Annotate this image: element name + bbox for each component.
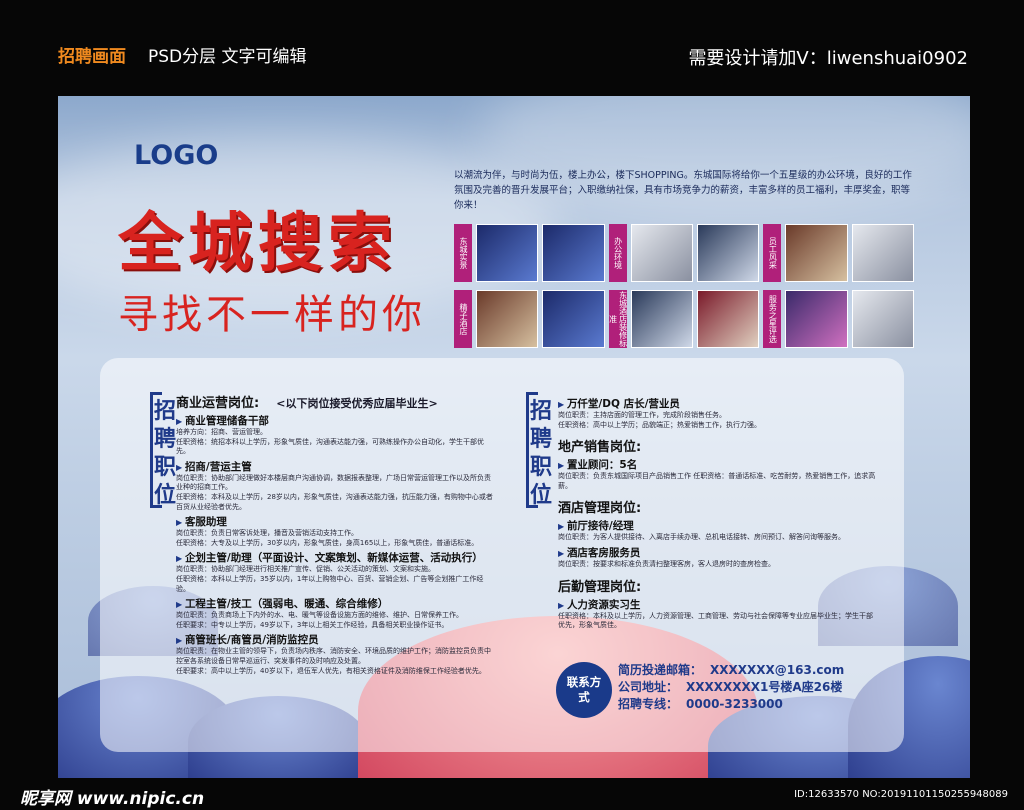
email-value: XXXXXXX@163.com <box>710 663 845 677</box>
email-label: 简历投递邮箱： <box>618 663 703 677</box>
job-block: 商管班长/商管员/消防监控员 岗位职责：在物业主管的领导下，负责场内秩序、消防安… <box>176 632 496 676</box>
job-line: 岗位职责：负责东城国际项目产品销售工作 任职资格：普通话标准、吃苦耐劳，热爱销售… <box>558 472 876 490</box>
section-title: 后勤管理岗位: <box>558 579 642 595</box>
contact-badge: 联系方式 <box>556 662 612 718</box>
job-title: 工程主管/技工（强弱电、暖通、综合维修） <box>176 596 496 611</box>
photo-tag: 员工风采 <box>763 224 782 282</box>
job-line: 任职要求：中专以上学历，49岁以下，3年以上相关工作经验，具备相关职业操作证书。 <box>176 620 449 629</box>
job-title: 人力资源实习生 <box>558 597 878 612</box>
address-value: XXXXXXXX1号楼A座26楼 <box>686 680 843 694</box>
job-title: 置业顾问：5名 <box>558 457 878 472</box>
headline: 全城搜索 <box>118 207 398 281</box>
photo <box>476 224 539 282</box>
job-title: 企划主管/助理（平面设计、文案策划、新媒体运营、活动执行） <box>176 550 496 565</box>
photo <box>630 224 693 282</box>
image-id: ID:12633570 NO:20191101150255948089 <box>794 789 1008 800</box>
left-column: 商业运营岗位: <以下岗位接受优秀应届毕业生> 商业管理储备干部 培养方向：招商… <box>176 392 496 676</box>
job-block: 商业管理储备干部 培养方向：招商、营运管理。 任职资格：统招本科以上学历，形象气… <box>176 413 496 457</box>
section-title: 商业运营岗位: <box>176 396 260 411</box>
job-block: 企划主管/助理（平面设计、文案策划、新媒体运营、活动执行） 岗位职责：协助部门经… <box>176 550 496 594</box>
photo-tag: 精子酒店 <box>454 290 472 348</box>
photo-tag: 服务之星评选 <box>763 290 782 348</box>
photo <box>630 290 693 348</box>
job-block: 客服助理 岗位职责：负责日常客诉处理，播音及营销活动支持工作。 任职资格：大专及… <box>176 514 496 548</box>
photo <box>851 290 914 348</box>
recruit-banner-label: 招聘画面 <box>58 47 126 67</box>
site-watermark: 昵享网 www.nipic.cn <box>20 789 205 809</box>
top-bar: 招聘画面 PSD分层 文字可编辑 需要设计请加V：liwenshuai0902 <box>0 0 1024 96</box>
job-line: 岗位职责：为客人提供接待、入离店手续办理、总机电话接转、房间预订、解答问询等服务… <box>558 533 845 542</box>
job-line: 任职要求：高中以上学历，40岁以下，退伍军人优先，有相关资格证件及消防维保工作经… <box>176 666 486 675</box>
recruit-vertical-label: 招聘职位 <box>529 399 552 508</box>
job-line: 岗位职责：主持店面的管理工作，完成阶段销售任务。 <box>558 411 726 419</box>
address-label: 公司地址： <box>618 680 679 694</box>
job-title: 酒店客房服务员 <box>558 545 878 560</box>
job-line: 任职资格：本科及以上学历，人力资源管理、工商管理、劳动与社会保障等专业应届毕业生… <box>558 611 873 630</box>
psd-layers-label: PSD分层 文字可编辑 <box>148 47 307 67</box>
photo-tag: 东城酒店装修标准 <box>608 290 628 348</box>
photo <box>542 224 605 282</box>
job-title: 商业管理储备干部 <box>176 413 496 428</box>
photo <box>851 224 914 282</box>
job-block: 万仟堂/DQ 店长/营业员 岗位职责：主持店面的管理工作，完成阶段销售任务。 任… <box>558 396 878 430</box>
company-intro: 以潮流为伴，与时尚为伍，楼上办公，楼下SHOPPING。东城国际将给你一个五星级… <box>454 170 912 211</box>
subheadline: 寻找不一样的你 <box>118 292 426 338</box>
job-title: 招商/营运主管 <box>176 459 496 474</box>
photo <box>696 290 760 348</box>
hotline-value: 0000-3233000 <box>686 697 783 711</box>
job-line: 任职资格：大专及以上学历，30岁以内，形象气质佳，身高165以上，形象气质佳，普… <box>176 538 479 547</box>
photo <box>696 224 760 282</box>
contact-badge-label: 联系方式 <box>566 675 602 704</box>
job-line: 任职资格：本科以上学历，35岁以内，1年以上购物中心、百货、营销企划、广告等企划… <box>176 574 484 593</box>
job-line: 岗位职责：按要求和标准负责清扫整理客房，客人退房时的查房检查。 <box>558 559 775 568</box>
job-block: 置业顾问：5名 岗位职责：负责东城国际项目产品销售工作 任职资格：普通话标准、吃… <box>558 457 878 491</box>
right-column: 万仟堂/DQ 店长/营业员 岗位职责：主持店面的管理工作，完成阶段销售任务。 任… <box>558 394 878 631</box>
job-line: 岗位职责：在物业主管的领导下，负责场内秩序、消防安全、环境品质的维护工作；消防监… <box>176 647 491 665</box>
photo-gallery: 东城实景 办公环境 员工风采 精子酒店 东城酒店装修标准 服务之星评选 <box>454 224 914 350</box>
job-line: 岗位职责：负责商场上下内外的水、电、暖气等设备设施方面的维修、维护、日常保养工作… <box>176 611 463 620</box>
job-block: 酒店客房服务员 岗位职责：按要求和标准负责清扫整理客房，客人退房时的查房检查。 <box>558 545 878 570</box>
job-block: 工程主管/技工（强弱电、暖通、综合维修） 岗位职责：负责商场上下内外的水、电、暖… <box>176 596 496 630</box>
recruitment-poster: LOGO 全城搜索 寻找不一样的你 以潮流为伴，与时尚为伍，楼上办公，楼下SHO… <box>58 96 970 788</box>
photo <box>542 290 605 348</box>
section-title: 地产销售岗位: <box>558 440 642 456</box>
job-line: 任职资格：高中以上学历；品貌端正；热爱销售工作，执行力强。 <box>558 420 761 429</box>
job-title: 客服助理 <box>176 514 496 529</box>
designer-contact: 需要设计请加V：liwenshuai0902 <box>688 48 968 69</box>
job-title: 前厅接待/经理 <box>558 518 878 533</box>
job-line: 任职资格：统招本科以上学历，形象气质佳，沟通表达能力强，可熟练操作办公自动化，学… <box>176 437 484 456</box>
photo-tag: 办公环境 <box>608 224 627 282</box>
job-line: 培养方向：招商、营运管理。 <box>176 428 267 436</box>
hotline-label: 招聘专线： <box>618 697 679 711</box>
job-block: 招商/营运主管 岗位职责：协助部门经理做好本楼层商户沟通协调，数据报表整理，广场… <box>176 459 496 512</box>
job-title: 万仟堂/DQ 店长/营业员 <box>558 396 878 411</box>
job-line: 岗位职责：协助部门经理进行相关推广宣传、促销、公关活动的策划、文案和实施。 <box>176 565 435 574</box>
job-line: 任职资格：本科及以上学历，28岁以内，形象气质佳，沟通表达能力强，抗压能力强，有… <box>176 492 493 511</box>
job-line: 岗位职责：协助部门经理做好本楼层商户沟通协调，数据报表整理，广场日常营运管理工作… <box>176 473 491 492</box>
job-line: 岗位职责：负责日常客诉处理，播音及营销活动支持工作。 <box>176 529 358 538</box>
photo-tag: 东城实景 <box>454 224 472 282</box>
contact-info: 简历投递邮箱： XXXXXXX@163.com 公司地址： XXXXXXXX1号楼A… <box>618 662 844 713</box>
section-title: 酒店管理岗位: <box>558 501 642 517</box>
job-block: 前厅接待/经理 岗位职责：为客人提供接待、入离店手续办理、总机电话接转、房间预订… <box>558 518 878 543</box>
photo <box>476 290 539 348</box>
graduate-note: <以下岗位接受优秀应届毕业生> <box>276 397 438 410</box>
job-block: 人力资源实习生 任职资格：本科及以上学历，人力资源管理、工商管理、劳动与社会保障… <box>558 597 878 631</box>
footer-bar: 昵享网 www.nipic.cn ID:12633570 NO:20191101… <box>0 778 1024 810</box>
photo <box>785 290 848 348</box>
logo-placeholder: LOGO <box>134 140 219 171</box>
job-title: 商管班长/商管员/消防监控员 <box>176 632 496 647</box>
photo <box>785 224 848 282</box>
